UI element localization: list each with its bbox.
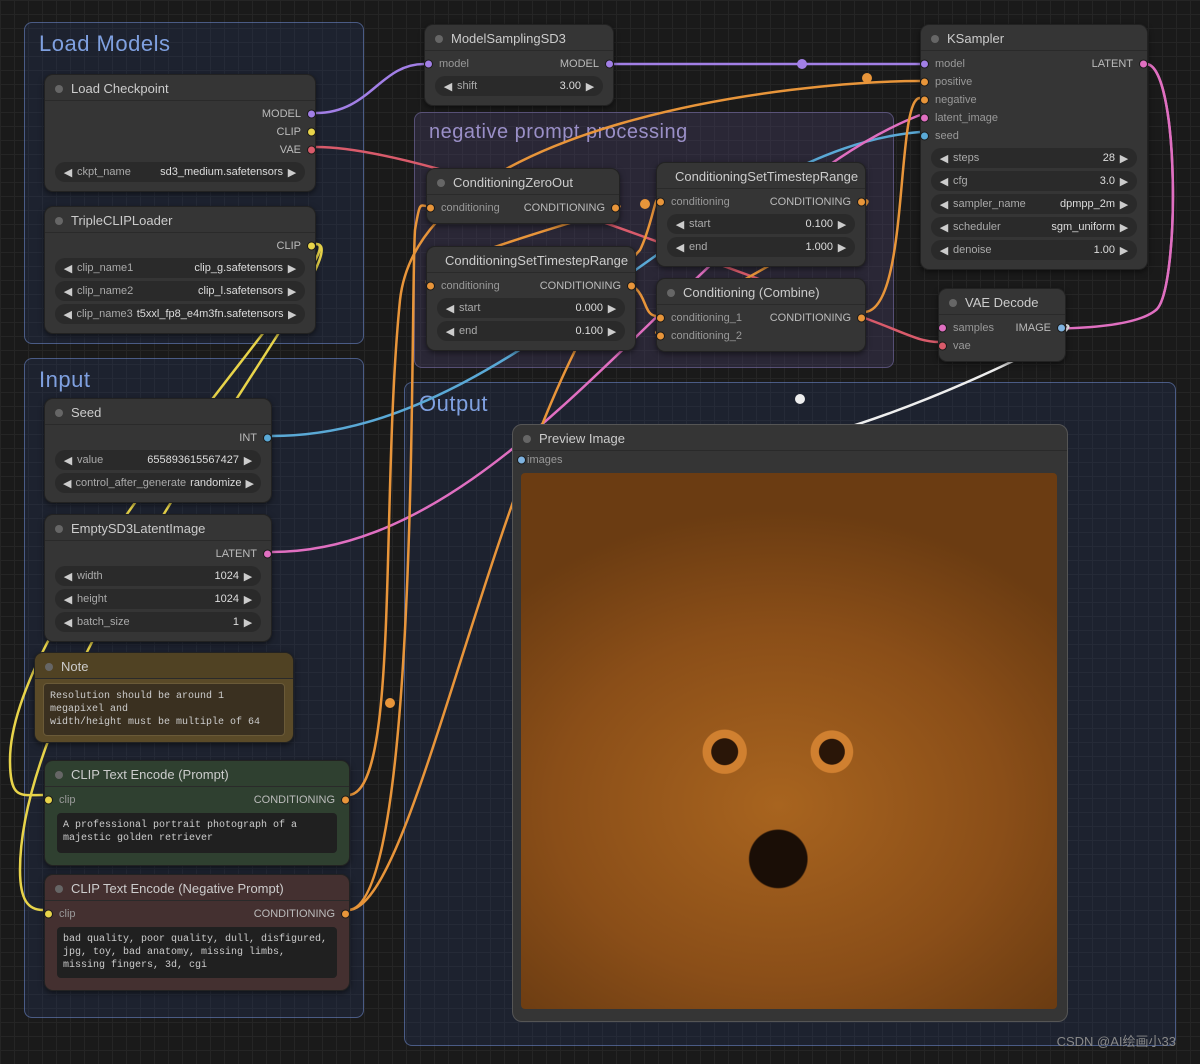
widget-height[interactable]: ◀height1024▶ — [55, 589, 261, 609]
group-title: Load Models — [25, 23, 363, 61]
port-out-model[interactable] — [605, 60, 614, 69]
widget-steps[interactable]: ◀steps28▶ — [931, 148, 1137, 168]
collapse-icon[interactable] — [55, 217, 63, 225]
port-in-images[interactable] — [517, 456, 526, 465]
collapse-icon[interactable] — [435, 35, 443, 43]
widget-control[interactable]: ◀control_after_generaterandomize▶ — [55, 473, 261, 493]
collapse-icon[interactable] — [437, 179, 445, 187]
node-preview-image[interactable]: Preview Image images — [512, 424, 1068, 1022]
widget-clip3[interactable]: ◀clip_name3t5xxl_fp8_e4m3fn.safetensors▶ — [55, 304, 305, 324]
port-in-cond[interactable] — [426, 282, 435, 291]
widget-end[interactable]: ◀end0.100▶ — [437, 321, 625, 341]
node-clip-prompt[interactable]: CLIP Text Encode (Prompt) clip CONDITION… — [44, 760, 350, 866]
node-vae-decode[interactable]: VAE Decode samples IMAGE vae — [938, 288, 1066, 362]
collapse-icon[interactable] — [55, 85, 63, 93]
widget-width[interactable]: ◀width1024▶ — [55, 566, 261, 586]
node-empty-latent[interactable]: EmptySD3LatentImage LATENT ◀width1024▶ ◀… — [44, 514, 272, 642]
node-load-checkpoint[interactable]: Load Checkpoint MODEL CLIP VAE ◀ckpt_nam… — [44, 74, 316, 192]
node-ksampler[interactable]: KSampler model LATENT positive negative … — [920, 24, 1148, 270]
collapse-icon[interactable] — [55, 771, 63, 779]
port-in-c1[interactable] — [656, 314, 665, 323]
port-out-latent[interactable] — [1139, 60, 1148, 69]
port-out-latent[interactable] — [263, 550, 272, 559]
collapse-icon[interactable] — [55, 525, 63, 533]
port-out-clip[interactable] — [307, 242, 316, 251]
collapse-icon[interactable] — [523, 435, 531, 443]
collapse-icon[interactable] — [949, 299, 957, 307]
port-in-clip[interactable] — [44, 910, 53, 919]
widget-clip2[interactable]: ◀clip_name2clip_l.safetensors▶ — [55, 281, 305, 301]
widget-scheduler[interactable]: ◀schedulersgm_uniform▶ — [931, 217, 1137, 237]
port-out-cond[interactable] — [857, 198, 866, 207]
widget-cfg[interactable]: ◀cfg3.0▶ — [931, 171, 1137, 191]
port-out-clip[interactable] — [307, 128, 316, 137]
port-in-latent[interactable] — [920, 114, 929, 123]
widget-sampler[interactable]: ◀sampler_namedpmpp_2m▶ — [931, 194, 1137, 214]
node-zero-out[interactable]: ConditioningZeroOut conditioning CONDITI… — [426, 168, 620, 224]
node-tsr-lower[interactable]: ConditioningSetTimestepRange conditionin… — [426, 246, 636, 351]
collapse-icon[interactable] — [45, 663, 53, 671]
port-out-vae[interactable] — [307, 146, 316, 155]
port-in-cond[interactable] — [656, 198, 665, 207]
widget-clip1[interactable]: ◀clip_name1clip_g.safetensors▶ — [55, 258, 305, 278]
widget-batch[interactable]: ◀batch_size1▶ — [55, 612, 261, 632]
collapse-icon[interactable] — [931, 35, 939, 43]
port-out-cond[interactable] — [611, 204, 620, 213]
port-in-model[interactable] — [424, 60, 433, 69]
collapse-icon[interactable] — [667, 289, 675, 297]
node-model-sampling[interactable]: ModelSamplingSD3 model MODEL ◀ shift 3.0… — [424, 24, 614, 106]
widget-denoise[interactable]: ◀denoise1.00▶ — [931, 240, 1137, 260]
port-out-int[interactable] — [263, 434, 272, 443]
port-out-image[interactable] — [1057, 324, 1066, 333]
node-combine[interactable]: Conditioning (Combine) conditioning_1 CO… — [656, 278, 866, 352]
widget-start[interactable]: ◀start0.000▶ — [437, 298, 625, 318]
port-in-c2[interactable] — [656, 332, 665, 341]
node-title: ModelSamplingSD3 — [451, 31, 566, 46]
port-in-clip[interactable] — [44, 796, 53, 805]
port-in-positive[interactable] — [920, 78, 929, 87]
collapse-icon[interactable] — [55, 885, 63, 893]
group-title: Input — [25, 359, 363, 397]
port-in-vae[interactable] — [938, 342, 947, 351]
node-seed[interactable]: Seed INT ◀value655893615567427▶ ◀control… — [44, 398, 272, 503]
port-out-model[interactable] — [307, 110, 316, 119]
port-out-cond[interactable] — [627, 282, 636, 291]
note-text[interactable]: Resolution should be around 1 megapixel … — [43, 683, 285, 736]
widget-start[interactable]: ◀start0.100▶ — [667, 214, 855, 234]
port-in-seed[interactable] — [920, 132, 929, 141]
port-out-cond[interactable] — [341, 796, 350, 805]
port-in-samples[interactable] — [938, 324, 947, 333]
widget-seed-value[interactable]: ◀value655893615567427▶ — [55, 450, 261, 470]
chevron-right-icon[interactable]: ▶ — [585, 80, 595, 93]
neg-prompt-text[interactable]: bad quality, poor quality, dull, disfigu… — [57, 927, 337, 978]
node-tsr-upper[interactable]: ConditioningSetTimestepRange conditionin… — [656, 162, 866, 267]
port-in-negative[interactable] — [920, 96, 929, 105]
node-title: KSampler — [947, 31, 1004, 46]
port-out-cond[interactable] — [341, 910, 350, 919]
collapse-icon[interactable] — [55, 409, 63, 417]
port-in-cond[interactable] — [426, 204, 435, 213]
node-note[interactable]: Note Resolution should be around 1 megap… — [34, 652, 294, 743]
group-title: negative prompt processing — [415, 113, 893, 148]
widget-end[interactable]: ◀end1.000▶ — [667, 237, 855, 257]
chevron-left-icon[interactable]: ◀ — [443, 80, 453, 93]
watermark: CSDN @AI绘画小33 — [1057, 1031, 1176, 1050]
port-out-cond[interactable] — [857, 314, 866, 323]
widget-ckpt[interactable]: ◀ckpt_namesd3_medium.safetensors▶ — [55, 162, 305, 182]
node-clip-negative[interactable]: CLIP Text Encode (Negative Prompt) clip … — [44, 874, 350, 991]
widget-shift[interactable]: ◀ shift 3.00 ▶ — [435, 76, 603, 96]
preview-output-image — [521, 473, 1057, 1009]
node-triple-clip[interactable]: TripleCLIPLoader CLIP ◀clip_name1clip_g.… — [44, 206, 316, 334]
port-in-model[interactable] — [920, 60, 929, 69]
prompt-text[interactable]: A professional portrait photograph of a … — [57, 813, 337, 853]
group-title: Output — [405, 383, 1175, 421]
